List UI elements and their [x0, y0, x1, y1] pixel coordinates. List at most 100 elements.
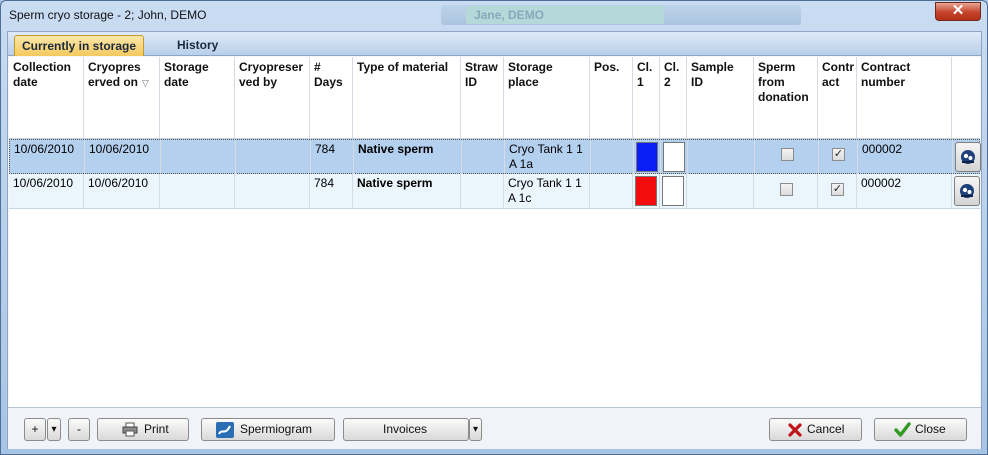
col-contract[interactable]: Contr act — [818, 57, 857, 139]
cell-storage-place: Cryo Tank 1 1 A 1c — [504, 174, 590, 208]
cell-sample-id — [688, 140, 755, 174]
window-close-button[interactable]: ✕ — [935, 2, 981, 21]
cell-cryopreserved-on: 10/06/2010 — [85, 140, 161, 174]
cryo-storage-window: Sperm cryo storage - 2; John, DEMO Jane,… — [0, 0, 988, 455]
col-storage-place[interactable]: Storage place — [504, 57, 590, 139]
remove-button[interactable]: - — [68, 418, 90, 441]
background-patient-field: Jane, DEMO — [466, 6, 664, 24]
cell-cryopreserved-by — [235, 174, 310, 208]
cell-collection-date: 10/06/2010 — [10, 140, 85, 174]
col-cl2[interactable]: Cl. 2 — [660, 57, 687, 139]
row-action-button[interactable] — [955, 142, 981, 172]
cell-pos — [590, 174, 633, 208]
title-bar[interactable]: Sperm cryo storage - 2; John, DEMO Jane,… — [1, 1, 987, 29]
table-row[interactable]: 10/06/2010 10/06/2010 784 Native sperm C… — [9, 174, 980, 209]
close-button-label: Close — [915, 422, 946, 436]
cancel-button[interactable]: Cancel — [769, 418, 862, 441]
col-sperm-from-donation-label: Sperm from donation — [758, 60, 809, 104]
col-pos[interactable]: Pos. — [590, 57, 633, 139]
cell-storage-date — [161, 140, 236, 174]
col-sample-id-label: Sample ID — [691, 60, 734, 89]
cell-cl2[interactable] — [661, 140, 688, 174]
col-days[interactable]: # Days — [310, 57, 353, 139]
spermiogram-button[interactable]: Spermiogram — [201, 418, 335, 441]
spermiogram-icon — [216, 422, 234, 438]
cell-cryopreserved-on: 10/06/2010 — [84, 174, 160, 208]
cell-type-of-material: Native sperm — [354, 140, 462, 174]
invoices-button[interactable]: Invoices — [343, 418, 469, 441]
cell-sperm-from-donation — [754, 174, 818, 208]
cell-contract-number: 000002 — [857, 174, 952, 208]
col-cl2-label: Cl. 2 — [664, 60, 680, 89]
col-cl1[interactable]: Cl. 1 — [633, 57, 660, 139]
main-panel: Currently in storage History Collection … — [7, 31, 982, 449]
cell-sample-id — [687, 174, 754, 208]
cell-type-of-material: Native sperm — [353, 174, 461, 208]
print-button[interactable]: Print — [97, 418, 189, 441]
tab-currently-in-storage[interactable]: Currently in storage — [14, 35, 145, 56]
color-swatch-cl1 — [636, 142, 658, 172]
col-type-of-material[interactable]: Type of material — [353, 57, 461, 139]
footer-toolbar: + ▾ - Print Spermiogram Invoices ▾ Cance… — [8, 407, 981, 449]
col-sample-id[interactable]: Sample ID — [687, 57, 754, 139]
tab-bar: Currently in storage History — [8, 32, 981, 56]
table-header: Collection date Cryopres erved on ▽ Stora… — [9, 57, 980, 139]
cell-straw-id — [461, 174, 504, 208]
col-cl1-label: Cl. 1 — [637, 60, 653, 89]
col-cryopreserved-on-label: Cryopres erved on — [88, 60, 141, 89]
contract-checkbox[interactable]: ✓ — [832, 148, 845, 161]
cell-straw-id — [462, 140, 505, 174]
cell-pos — [591, 140, 634, 174]
spermiogram-button-label: Spermiogram — [240, 422, 313, 436]
col-contract-label: Contr act — [822, 60, 854, 89]
add-button[interactable]: + — [24, 418, 46, 441]
cell-days: 784 — [311, 140, 354, 174]
col-storage-place-label: Storage place — [508, 60, 553, 89]
col-cryopreserved-by[interactable]: Cryopreser ved by — [235, 57, 310, 139]
cell-cl2[interactable] — [660, 174, 687, 208]
close-button[interactable]: Close — [874, 418, 967, 441]
color-swatch-cl1 — [635, 176, 657, 206]
color-swatch-cl2 — [662, 176, 684, 206]
checkmark-icon — [894, 422, 911, 437]
tab-history[interactable]: History — [170, 35, 225, 56]
sperm-from-donation-checkbox[interactable] — [781, 148, 794, 161]
cell-sperm-from-donation — [755, 140, 819, 174]
color-swatch-cl2 — [663, 142, 685, 172]
print-button-label: Print — [144, 422, 169, 436]
col-collection-date[interactable]: Collection date — [9, 57, 84, 139]
row-action-button[interactable] — [954, 176, 980, 206]
storage-table: Collection date Cryopres erved on ▽ Stora… — [9, 57, 981, 407]
table-row[interactable]: 10/06/2010 10/06/2010 784 Native sperm C… — [9, 139, 981, 174]
col-cryopreserved-on[interactable]: Cryopres erved on ▽ — [84, 57, 160, 139]
cell-contract: ✓ — [819, 140, 858, 174]
cancel-button-label: Cancel — [807, 422, 845, 436]
cell-cryopreserved-by — [236, 140, 311, 174]
invoices-dropdown-button[interactable]: ▾ — [469, 418, 482, 441]
col-contract-number[interactable]: Contract number — [857, 57, 952, 139]
window-title: Sperm cryo storage - 2; John, DEMO — [9, 8, 207, 22]
background-patient-name: Jane, DEMO — [474, 8, 545, 22]
col-storage-date-label: Storage date — [164, 60, 209, 89]
cell-storage-date — [160, 174, 235, 208]
invoices-button-label: Invoices — [383, 422, 428, 436]
col-sperm-from-donation[interactable]: Sperm from donation — [754, 57, 818, 139]
cancel-x-icon — [788, 423, 802, 437]
cell-cl1[interactable] — [633, 174, 660, 208]
microscope-icon — [960, 184, 974, 198]
contract-checkbox[interactable]: ✓ — [831, 183, 844, 196]
col-straw-id-label: Straw ID — [465, 60, 498, 89]
cell-cl1[interactable] — [634, 140, 661, 174]
sort-descending-icon: ▽ — [142, 78, 149, 88]
col-days-label: # Days — [314, 60, 343, 89]
cell-storage-place: Cryo Tank 1 1 A 1a — [505, 140, 591, 174]
col-collection-date-label: Collection date — [13, 60, 72, 89]
col-straw-id[interactable]: Straw ID — [461, 57, 504, 139]
add-dropdown-button[interactable]: ▾ — [47, 418, 61, 441]
col-storage-date[interactable]: Storage date — [160, 57, 235, 139]
cell-contract-number: 000002 — [858, 140, 953, 174]
sperm-from-donation-checkbox[interactable] — [780, 183, 793, 196]
col-actions — [952, 57, 980, 139]
col-cryopreserved-by-label: Cryopreser ved by — [239, 60, 304, 89]
microscope-icon — [961, 150, 975, 164]
